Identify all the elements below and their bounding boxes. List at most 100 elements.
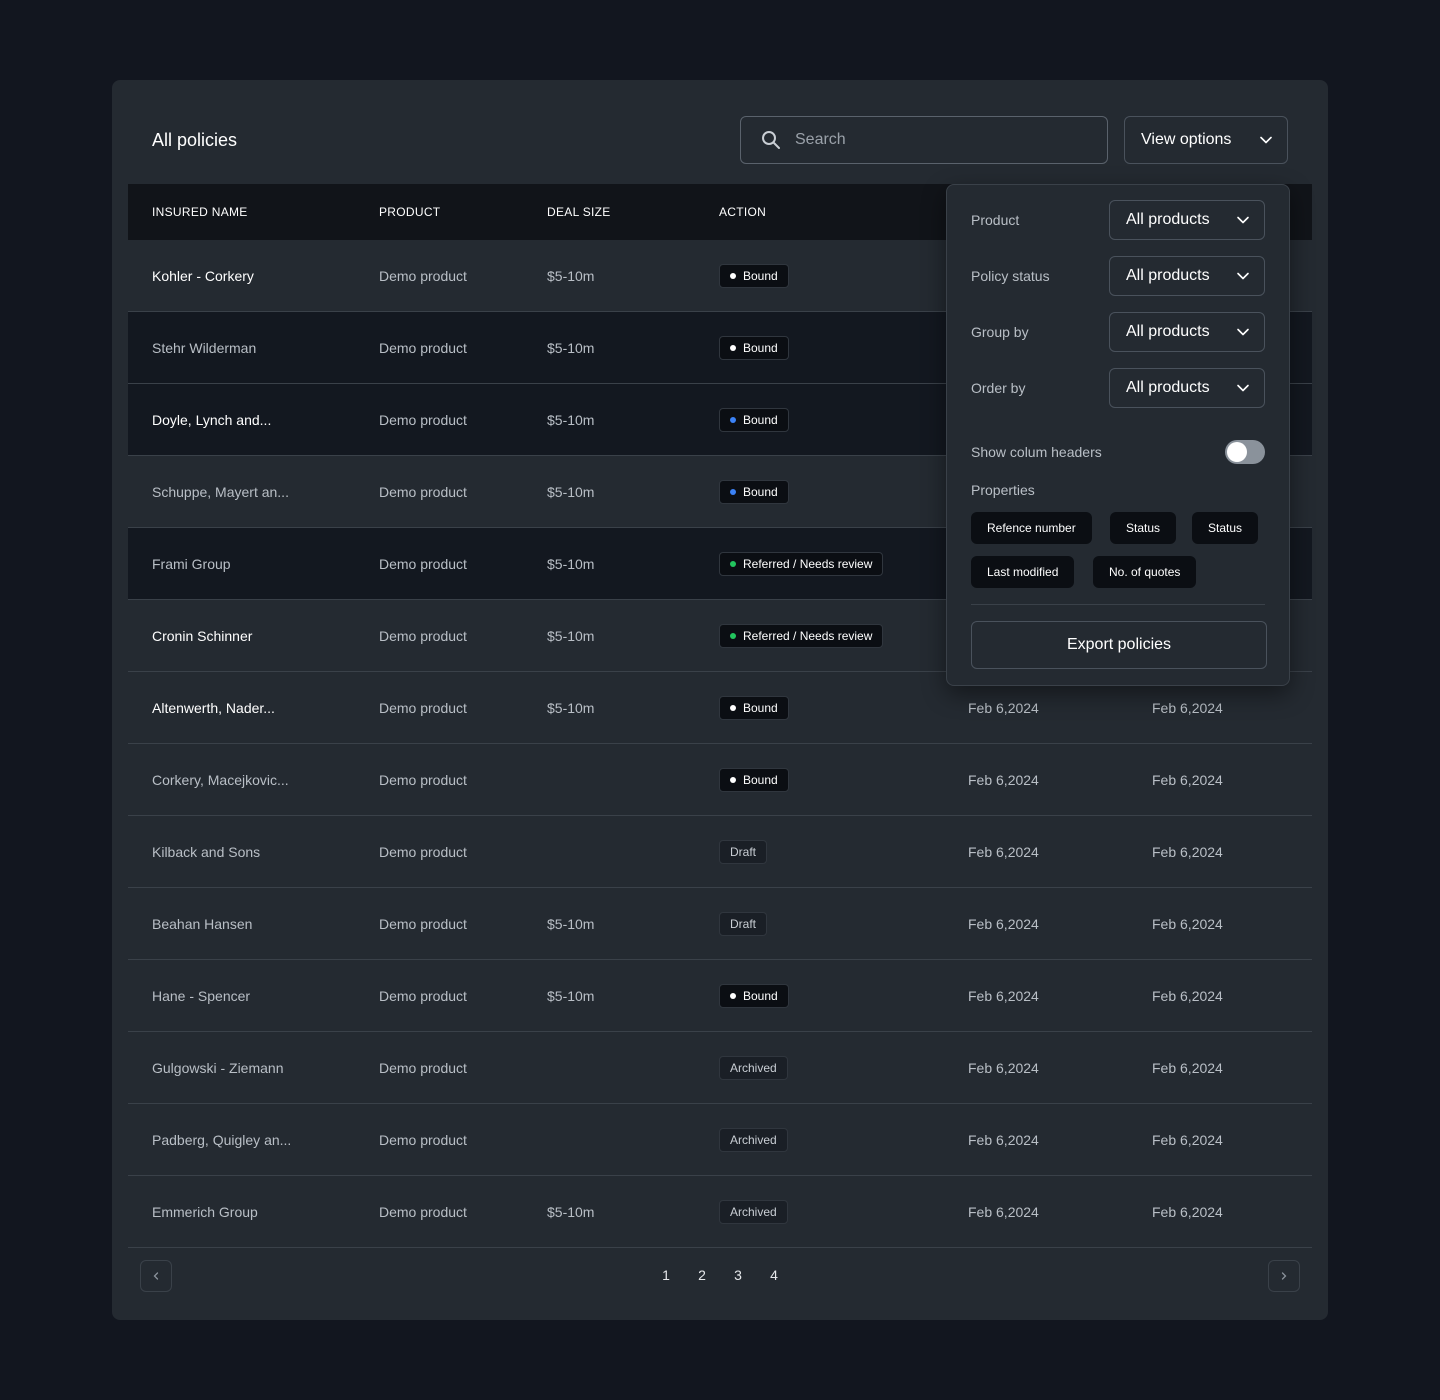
status-dot-icon: [730, 777, 736, 783]
property-chip-reference-number[interactable]: Refence number: [971, 512, 1092, 544]
status-dot-icon: [730, 273, 736, 279]
export-policies-button[interactable]: Export policies: [971, 621, 1267, 669]
toggle-knob: [1227, 442, 1247, 462]
deal-size-cell: $5-10m: [547, 412, 595, 428]
status-badge: Bound: [719, 696, 789, 720]
date-cell: Feb 6,2024: [1152, 1204, 1223, 1220]
table-row[interactable]: Beahan Hansen Demo product $5-10m Draft Feb …: [128, 888, 1312, 960]
table-row[interactable]: Hane - Spencer Demo product $5-10m Bound Feb…: [128, 960, 1312, 1032]
product-cell: Demo product: [379, 484, 467, 500]
action-cell: Draft: [719, 888, 768, 960]
show-headers-toggle[interactable]: [1225, 440, 1265, 464]
insured-name: Hane - Spencer: [152, 988, 251, 1004]
select-value: All products: [1126, 379, 1210, 396]
order-by-select[interactable]: All products: [1109, 368, 1265, 408]
status-label: Bound: [743, 485, 778, 499]
status-label: Bound: [743, 269, 778, 283]
column-header-deal-size[interactable]: DEAL SIZE: [547, 205, 611, 219]
column-header-insured-name[interactable]: INSURED NAME: [152, 205, 248, 219]
insured-name: Altenwerth, Nader...: [152, 700, 275, 716]
action-cell: Bound: [719, 384, 789, 456]
property-chip-last-modified[interactable]: Last modified: [971, 556, 1075, 588]
insured-name: Stehr Wilderman: [152, 340, 257, 356]
date-cell: Feb 6,2024: [1152, 988, 1223, 1004]
filter-order-by-row: Order by All products: [971, 368, 1265, 408]
chevron-left-icon: [153, 1272, 159, 1280]
chevron-down-icon: [1237, 328, 1249, 336]
group-by-select[interactable]: All products: [1109, 312, 1265, 352]
status-label: Archived: [730, 1205, 777, 1219]
column-header-product[interactable]: PRODUCT: [379, 205, 440, 219]
product-cell: Demo product: [379, 628, 467, 644]
deal-size-cell: $5-10m: [547, 628, 595, 644]
insured-name: Kilback and Sons: [152, 844, 261, 860]
table-row[interactable]: Emmerich Group Demo product $5-10m Archived…: [128, 1176, 1312, 1248]
deal-size-cell: $5-10m: [547, 916, 595, 932]
product-cell: Demo product: [379, 700, 467, 716]
page-1-link[interactable]: 1: [656, 1267, 676, 1283]
date-cell: Feb 6,2024: [968, 1060, 1039, 1076]
status-badge: Bound: [719, 480, 789, 504]
property-chip-status[interactable]: Status: [1192, 512, 1259, 544]
status-badge: Referred / Needs review: [719, 624, 884, 648]
deal-size-cell: $5-10m: [547, 340, 595, 356]
status-label: Bound: [743, 773, 778, 787]
search-icon: [762, 131, 780, 149]
product-cell: Demo product: [379, 1204, 467, 1220]
status-badge: Archived: [719, 1200, 788, 1224]
deal-size-cell: $5-10m: [547, 484, 595, 500]
search-input[interactable]: [795, 131, 1095, 149]
select-value: All products: [1126, 323, 1210, 340]
status-label: Bound: [743, 701, 778, 715]
properties-label: Properties: [971, 482, 1035, 498]
policy-status-select[interactable]: All products: [1109, 256, 1265, 296]
next-page-button[interactable]: [1268, 1260, 1300, 1292]
product-select[interactable]: All products: [1109, 200, 1265, 240]
page-3-link[interactable]: 3: [728, 1267, 748, 1283]
property-chip-no-of-quotes[interactable]: No. of quotes: [1093, 556, 1197, 588]
table-row[interactable]: Padberg, Quigley an... Demo product Archiv…: [128, 1104, 1312, 1176]
insured-name: Padberg, Quigley an...: [152, 1132, 292, 1148]
page-4-link[interactable]: 4: [764, 1267, 784, 1283]
table-row[interactable]: Corkery, Macejkovic... Demo product Bound F…: [128, 744, 1312, 816]
filter-group-by-row: Group by All products: [971, 312, 1265, 352]
date-cell: Feb 6,2024: [968, 772, 1039, 788]
action-cell: Referred / Needs review: [719, 528, 884, 600]
property-chip-status[interactable]: Status: [1110, 512, 1177, 544]
filter-policy-status-row: Policy status All products: [971, 256, 1265, 296]
product-cell: Demo product: [379, 268, 467, 284]
search-box[interactable]: [740, 116, 1108, 164]
date-cell: Feb 6,2024: [1152, 772, 1223, 788]
product-cell: Demo product: [379, 412, 467, 428]
table-row[interactable]: Kilback and Sons Demo product Draft Feb 6,2…: [128, 816, 1312, 888]
show-headers-label: Show colum headers: [971, 444, 1102, 460]
action-cell: Bound: [719, 960, 789, 1032]
date-cell: Feb 6,2024: [1152, 844, 1223, 860]
status-badge: Bound: [719, 264, 789, 288]
deal-size-cell: $5-10m: [547, 988, 595, 1004]
pagination: 1 2 3 4: [128, 1248, 1312, 1304]
status-label: Draft: [730, 917, 757, 931]
action-cell: Bound: [719, 672, 789, 744]
insured-name: Cronin Schinner: [152, 628, 253, 644]
product-cell: Demo product: [379, 340, 467, 356]
status-dot-icon: [730, 417, 736, 423]
page-title: All policies: [152, 130, 238, 150]
status-label: Referred / Needs review: [743, 557, 873, 571]
product-cell: Demo product: [379, 772, 467, 788]
date-cell: Feb 6,2024: [968, 1204, 1039, 1220]
view-options-button[interactable]: View options: [1124, 116, 1288, 164]
column-header-action[interactable]: ACTION: [719, 205, 766, 219]
action-cell: Bound: [719, 312, 789, 384]
status-badge: Referred / Needs review: [719, 552, 884, 576]
prev-page-button[interactable]: [140, 1260, 172, 1292]
filter-product-row: Product All products: [971, 200, 1265, 240]
product-cell: Demo product: [379, 1060, 467, 1076]
deal-size-cell: $5-10m: [547, 1204, 595, 1220]
insured-name: Schuppe, Mayert an...: [152, 484, 289, 500]
table-row[interactable]: Gulgowski - Ziemann Demo product Archived F…: [128, 1032, 1312, 1104]
product-cell: Demo product: [379, 988, 467, 1004]
insured-name: Emmerich Group: [152, 1204, 258, 1220]
status-badge: Bound: [719, 336, 789, 360]
page-2-link[interactable]: 2: [692, 1267, 712, 1283]
